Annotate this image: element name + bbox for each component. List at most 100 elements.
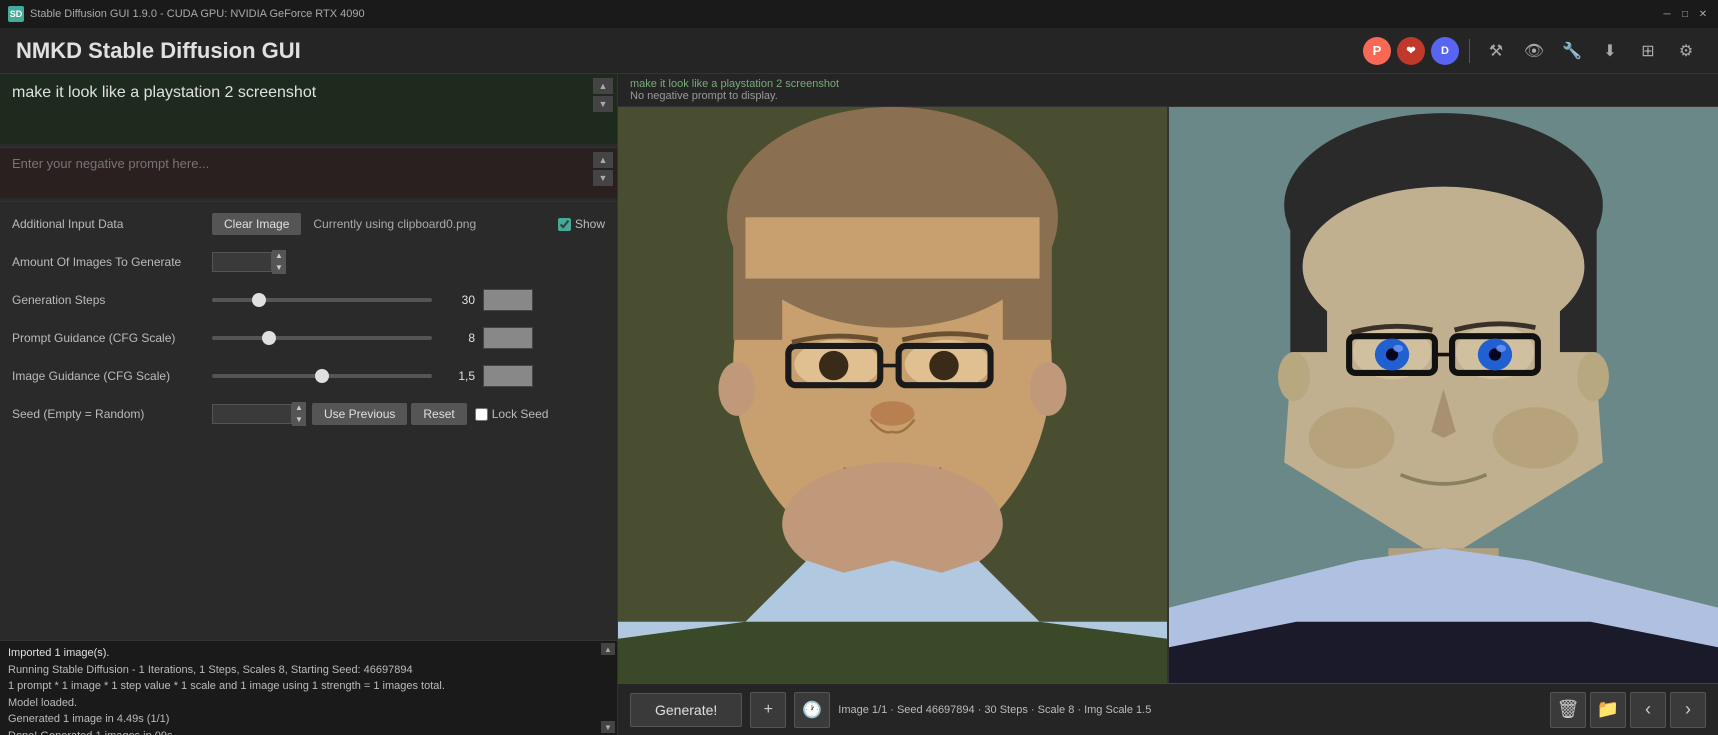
reset-button[interactable]: Reset <box>411 403 466 425</box>
img-cfg-slider-group: 1,5 <box>212 365 605 387</box>
seed-spinner: ▲ ▼ <box>292 402 306 426</box>
steps-color-box <box>483 289 533 311</box>
rendered-image-svg <box>1169 107 1718 683</box>
amount-input-group: 1 ▲ ▼ <box>212 250 605 274</box>
amount-spinner: ▲ ▼ <box>272 250 286 274</box>
cfg-label: Prompt Guidance (CFG Scale) <box>12 331 212 345</box>
steps-row: Generation Steps 30 <box>12 286 605 314</box>
image-slot-original <box>618 107 1167 683</box>
log-line-4: Model loaded. <box>8 695 609 712</box>
left-panel: ▲ ▼ ▲ ▼ Additional Input Data Clear Imag… <box>0 74 618 735</box>
lock-seed-label[interactable]: Lock Seed <box>475 407 549 421</box>
img-cfg-label: Image Guidance (CFG Scale) <box>12 369 212 383</box>
history-icon: 🕐 <box>802 700 822 720</box>
steps-slider-group: 30 <box>212 289 605 311</box>
amount-down-button[interactable]: ▼ <box>272 262 286 274</box>
seed-row: Seed (Empty = Random) 46697894 ▲ ▼ Use P… <box>12 400 605 428</box>
download-icon[interactable]: ⬇ <box>1594 35 1626 67</box>
prompt-area: ▲ ▼ ▲ ▼ <box>0 74 617 202</box>
log-area: ▲ Imported 1 image(s). Running Stable Di… <box>0 640 617 735</box>
log-line-5: Generated 1 image in 4.49s (1/1) <box>8 711 609 728</box>
titlebar-controls: ─ □ ✕ <box>1660 7 1710 21</box>
controls-area: Additional Input Data Clear Image Curren… <box>0 202 617 640</box>
cfg-slider[interactable] <box>212 336 432 340</box>
app-icon: SD <box>8 6 24 22</box>
seed-input[interactable]: 46697894 <box>212 404 292 424</box>
add-image-button[interactable]: + <box>750 692 786 728</box>
seed-down-button[interactable]: ▼ <box>292 414 306 426</box>
log-scroll-up-button[interactable]: ▲ <box>601 643 615 655</box>
log-line-3: 1 prompt * 1 image * 1 step value * 1 sc… <box>8 678 609 695</box>
seed-up-button[interactable]: ▲ <box>292 402 306 414</box>
show-checkbox[interactable] <box>558 218 571 231</box>
img-cfg-slider[interactable] <box>212 374 432 378</box>
log-scroll-down-button[interactable]: ▼ <box>601 721 615 733</box>
nav-button-group: 🗑 📁 ‹ › <box>1550 692 1706 728</box>
status-bar: Generate! + 🕐 Image 1/1 · Seed 46697894 … <box>618 683 1718 735</box>
folder-button[interactable]: 📁 <box>1590 692 1626 728</box>
cfg-slider-group: 8 <box>212 327 605 349</box>
generate-button[interactable]: Generate! <box>630 693 742 727</box>
steps-slider[interactable] <box>212 298 432 302</box>
close-button[interactable]: ✕ <box>1696 7 1710 21</box>
wrench-icon[interactable]: 🔧 <box>1556 35 1588 67</box>
steps-label: Generation Steps <box>12 293 212 307</box>
cfg-color-box <box>483 327 533 349</box>
neg-scroll-up-button[interactable]: ▲ <box>593 152 613 168</box>
app-title: NMKD Stable Diffusion GUI <box>16 38 1363 64</box>
lock-seed-text: Lock Seed <box>492 407 549 421</box>
main-prompt-input[interactable] <box>0 74 617 144</box>
show-checkbox-label[interactable]: Show <box>558 217 605 231</box>
face-icon[interactable]: 👁 <box>1518 35 1550 67</box>
discord-icon[interactable]: D <box>1431 37 1459 65</box>
main-content: ▲ ▼ ▲ ▼ Additional Input Data Clear Imag… <box>0 74 1718 735</box>
delete-icon: 🗑 <box>1557 699 1580 720</box>
prev-button[interactable]: ‹ <box>1630 692 1666 728</box>
main-prompt-container: ▲ ▼ <box>0 74 617 148</box>
lock-seed-checkbox[interactable] <box>475 408 488 421</box>
minimize-button[interactable]: ─ <box>1660 7 1674 21</box>
show-label: Show <box>575 217 605 231</box>
titlebar-title: Stable Diffusion GUI 1.9.0 - CUDA GPU: N… <box>30 8 1660 20</box>
additional-input-group: Clear Image Currently using clipboard0.p… <box>212 213 605 235</box>
header-icons: P ❤ D ⚒ 👁 🔧 ⬇ ⊞ ⚙ <box>1363 35 1702 67</box>
titlebar: SD Stable Diffusion GUI 1.9.0 - CUDA GPU… <box>0 0 1718 28</box>
patreon-alt-icon[interactable]: ❤ <box>1397 37 1425 65</box>
seed-input-group: 46697894 ▲ ▼ Use Previous Reset Lock See… <box>212 402 605 426</box>
app-header: NMKD Stable Diffusion GUI P ❤ D ⚒ 👁 🔧 ⬇ … <box>0 28 1718 74</box>
steps-value: 30 <box>440 293 475 307</box>
neg-scroll-down-button[interactable]: ▼ <box>593 170 613 186</box>
log-line-6: Done! Generated 1 images in 09s. <box>8 728 609 735</box>
patreon-icon[interactable]: P <box>1363 37 1391 65</box>
prompt-scroll-up-button[interactable]: ▲ <box>593 78 613 94</box>
amount-up-button[interactable]: ▲ <box>272 250 286 262</box>
folder-icon: 📁 <box>1597 699 1619 720</box>
maximize-button[interactable]: □ <box>1678 7 1692 21</box>
additional-input-row: Additional Input Data Clear Image Curren… <box>12 210 605 238</box>
grid-icon[interactable]: ⊞ <box>1632 35 1664 67</box>
right-panel: make it look like a playstation 2 screen… <box>618 74 1718 735</box>
negative-prompt-container: ▲ ▼ <box>0 148 617 202</box>
amount-input[interactable]: 1 <box>212 252 272 272</box>
seed-label: Seed (Empty = Random) <box>12 407 212 421</box>
clear-image-button[interactable]: Clear Image <box>212 213 301 235</box>
original-image-svg <box>618 107 1167 683</box>
prompt-scroll-down-button[interactable]: ▼ <box>593 96 613 112</box>
meta-prompt-text: make it look like a playstation 2 screen… <box>630 78 1706 90</box>
next-button[interactable]: › <box>1670 692 1706 728</box>
amount-row: Amount Of Images To Generate 1 ▲ ▼ <box>12 248 605 276</box>
history-button[interactable]: 🕐 <box>794 692 830 728</box>
additional-input-label: Additional Input Data <box>12 217 212 231</box>
use-previous-button[interactable]: Use Previous <box>312 403 407 425</box>
log-line-2: Running Stable Diffusion - 1 Iterations,… <box>8 662 609 679</box>
image-view <box>618 107 1718 683</box>
gear-icon[interactable]: ⚙ <box>1670 35 1702 67</box>
delete-button[interactable]: 🗑 <box>1550 692 1586 728</box>
amount-label: Amount Of Images To Generate <box>12 255 212 269</box>
cfg-value: 8 <box>440 331 475 345</box>
status-text: Image 1/1 · Seed 46697894 · 30 Steps · S… <box>838 704 1542 716</box>
image-slot-rendered <box>1169 107 1718 683</box>
negative-prompt-input[interactable] <box>0 148 617 198</box>
tools-icon[interactable]: ⚒ <box>1480 35 1512 67</box>
meta-negative-text: No negative prompt to display. <box>630 90 1706 102</box>
